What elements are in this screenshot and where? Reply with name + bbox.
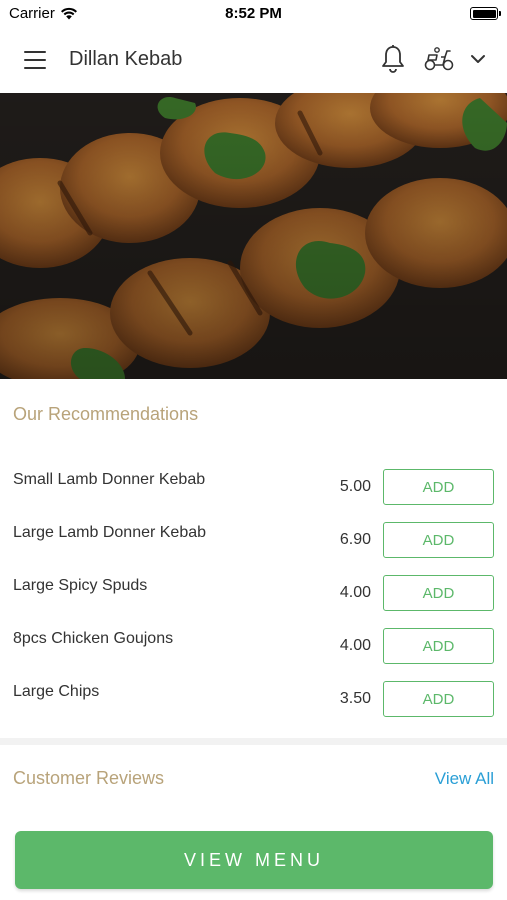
item-name: Large Chips bbox=[13, 683, 100, 700]
list-item: Large Chips 3.50 ADD bbox=[0, 681, 507, 721]
navbar: Dillan Kebab bbox=[0, 30, 507, 90]
section-divider bbox=[0, 738, 507, 745]
status-time: 8:52 PM bbox=[225, 5, 282, 22]
item-price: 4.00 bbox=[339, 637, 371, 654]
item-name: Large Spicy Spuds bbox=[13, 577, 148, 594]
item-name: 8pcs Chicken Goujons bbox=[13, 630, 174, 647]
list-item: Large Spicy Spuds 4.00 ADD bbox=[0, 575, 507, 615]
item-name: Small Lamb Donner Kebab bbox=[13, 471, 206, 488]
menu-icon[interactable] bbox=[24, 51, 46, 69]
page-title: Dillan Kebab bbox=[69, 48, 183, 70]
status-bar: Carrier 8:52 PM bbox=[0, 0, 507, 28]
view-menu-button[interactable]: VIEW MENU bbox=[15, 831, 493, 889]
view-all-link[interactable]: View All bbox=[435, 769, 494, 789]
battery-icon bbox=[470, 7, 501, 20]
item-price: 6.90 bbox=[339, 531, 371, 548]
reviews-title: Customer Reviews bbox=[13, 768, 165, 788]
list-item: 8pcs Chicken Goujons 4.00 ADD bbox=[0, 628, 507, 668]
item-name: Large Lamb Donner Kebab bbox=[13, 524, 207, 541]
list-item: Small Lamb Donner Kebab 5.00 ADD bbox=[0, 469, 507, 509]
recommendations-title: Our Recommendations bbox=[13, 404, 199, 424]
list-item: Large Lamb Donner Kebab 6.90 ADD bbox=[0, 522, 507, 562]
add-button[interactable]: ADD bbox=[383, 681, 494, 717]
delivery-scooter-icon[interactable] bbox=[423, 46, 455, 72]
item-price: 4.00 bbox=[339, 584, 371, 601]
chevron-down-icon[interactable] bbox=[469, 50, 487, 68]
add-button[interactable]: ADD bbox=[383, 628, 494, 664]
item-price: 5.00 bbox=[339, 478, 371, 495]
add-button[interactable]: ADD bbox=[383, 469, 494, 505]
add-button[interactable]: ADD bbox=[383, 575, 494, 611]
bell-icon[interactable] bbox=[380, 44, 406, 74]
item-price: 3.50 bbox=[339, 690, 371, 707]
add-button[interactable]: ADD bbox=[383, 522, 494, 558]
hero-image bbox=[0, 93, 507, 379]
